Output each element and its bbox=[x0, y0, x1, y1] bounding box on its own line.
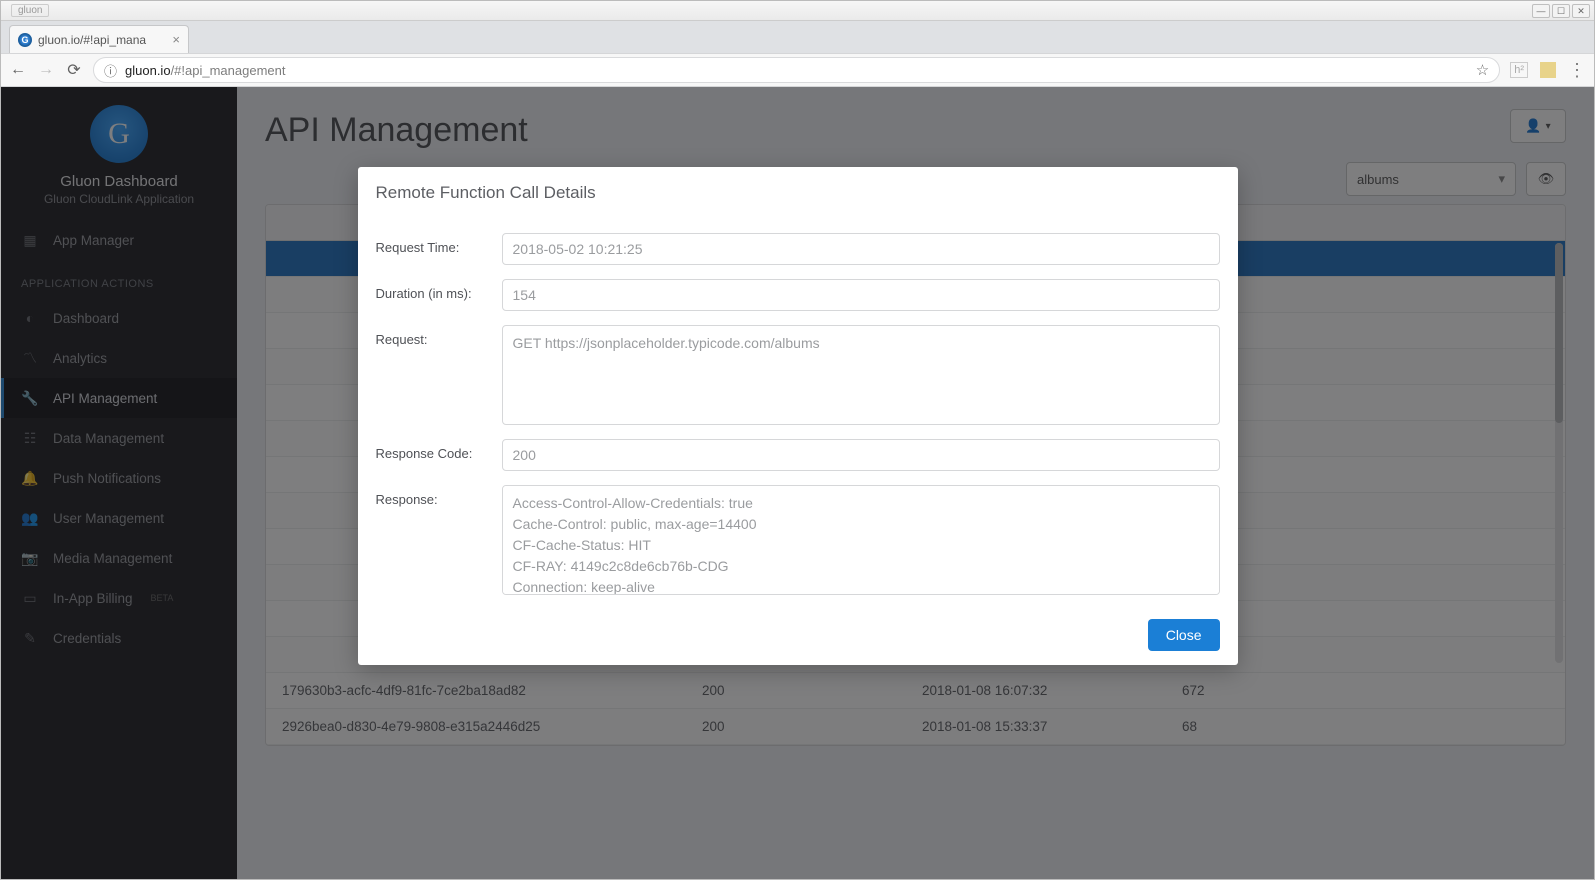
extension-icon-2[interactable] bbox=[1540, 62, 1556, 78]
form-row-request-time: Request Time: bbox=[376, 233, 1220, 265]
browser-tab[interactable]: G gluon.io/#!api_mana × bbox=[9, 25, 189, 53]
favicon-icon: G bbox=[18, 33, 32, 47]
close-button[interactable]: Close bbox=[1148, 619, 1220, 651]
tab-close-icon[interactable]: × bbox=[172, 32, 180, 47]
textarea-response[interactable]: Access-Control-Allow-Credentials: true C… bbox=[502, 485, 1220, 595]
window: gluon — ☐ ✕ G gluon.io/#!api_mana × ← → … bbox=[0, 0, 1595, 880]
browser-toolbar-right: h² ⋮ bbox=[1510, 60, 1586, 81]
window-minimize-button[interactable]: — bbox=[1532, 4, 1550, 18]
textarea-request[interactable]: GET https://jsonplaceholder.typicode.com… bbox=[502, 325, 1220, 425]
label-response-code: Response Code: bbox=[376, 439, 486, 461]
window-maximize-button[interactable]: ☐ bbox=[1552, 4, 1570, 18]
modal-footer: Close bbox=[376, 619, 1220, 651]
modal-dialog: Remote Function Call Details Request Tim… bbox=[358, 167, 1238, 665]
url-path: /#!api_management bbox=[171, 63, 286, 78]
form-row-duration: Duration (in ms): bbox=[376, 279, 1220, 311]
label-duration: Duration (in ms): bbox=[376, 279, 486, 301]
forward-button[interactable]: → bbox=[37, 61, 55, 79]
label-request: Request: bbox=[376, 325, 486, 347]
bookmark-star-icon[interactable]: ☆ bbox=[1476, 61, 1489, 79]
modal-overlay[interactable]: Remote Function Call Details Request Tim… bbox=[1, 87, 1594, 879]
address-bar[interactable]: ⓘ gluon.io/#!api_management ☆ bbox=[93, 57, 1500, 83]
window-close-button[interactable]: ✕ bbox=[1572, 4, 1590, 18]
extension-icon[interactable]: h² bbox=[1510, 62, 1528, 78]
browser-tab-strip: G gluon.io/#!api_mana × bbox=[1, 21, 1594, 53]
label-response: Response: bbox=[376, 485, 486, 507]
form-row-response-code: Response Code: bbox=[376, 439, 1220, 471]
form-row-response: Response: Access-Control-Allow-Credentia… bbox=[376, 485, 1220, 595]
browser-menu-icon[interactable]: ⋮ bbox=[1568, 60, 1586, 81]
browser-toolbar: ← → ⟳ ⓘ gluon.io/#!api_management ☆ h² ⋮ bbox=[1, 53, 1594, 87]
input-duration[interactable] bbox=[502, 279, 1220, 311]
modal-title: Remote Function Call Details bbox=[376, 183, 1220, 203]
os-titlebar: gluon — ☐ ✕ bbox=[1, 1, 1594, 21]
app-viewport: G Gluon Dashboard Gluon CloudLink Applic… bbox=[1, 87, 1594, 879]
site-info-icon[interactable]: ⓘ bbox=[104, 61, 117, 80]
os-app-label: gluon bbox=[5, 4, 49, 17]
back-button[interactable]: ← bbox=[9, 61, 27, 79]
browser-tab-title: gluon.io/#!api_mana bbox=[38, 33, 166, 47]
form-row-request: Request: GET https://jsonplaceholder.typ… bbox=[376, 325, 1220, 425]
url-host: gluon.io bbox=[125, 63, 171, 78]
input-request-time[interactable] bbox=[502, 233, 1220, 265]
reload-button[interactable]: ⟳ bbox=[65, 60, 83, 80]
label-request-time: Request Time: bbox=[376, 233, 486, 255]
input-response-code[interactable] bbox=[502, 439, 1220, 471]
